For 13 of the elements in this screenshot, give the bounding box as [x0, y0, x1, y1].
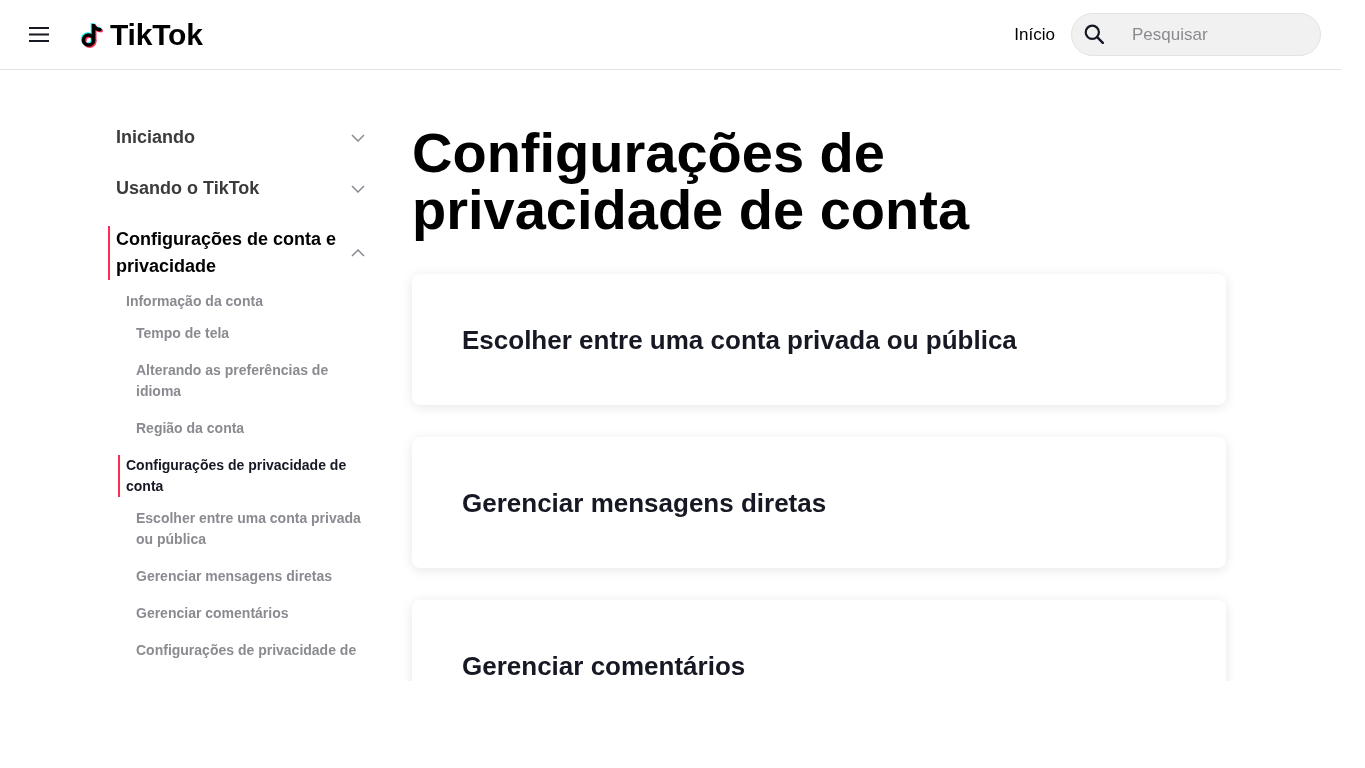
- sidebar-item[interactable]: Configurações de conta e privacidade: [108, 226, 365, 280]
- search-icon: [1084, 24, 1104, 44]
- logo-link[interactable]: TikTok: [80, 19, 203, 50]
- sidebar-item[interactable]: Usando o TikTok: [108, 175, 365, 202]
- article-card[interactable]: Gerenciar mensagens diretas: [412, 437, 1226, 568]
- home-link[interactable]: Início: [1014, 21, 1055, 48]
- sidebar-item[interactable]: Configurações de privacidade de conta: [118, 455, 365, 497]
- article-card[interactable]: Escolher entre uma conta privada ou pública: [412, 274, 1226, 405]
- search-field[interactable]: Pesquisar: [1071, 13, 1321, 56]
- sidebar-item[interactable]: Iniciando: [108, 124, 365, 151]
- menu-icon: [29, 27, 49, 42]
- music-note-icon: [80, 20, 105, 49]
- article-card[interactable]: Gerenciar comentários: [412, 600, 1226, 681]
